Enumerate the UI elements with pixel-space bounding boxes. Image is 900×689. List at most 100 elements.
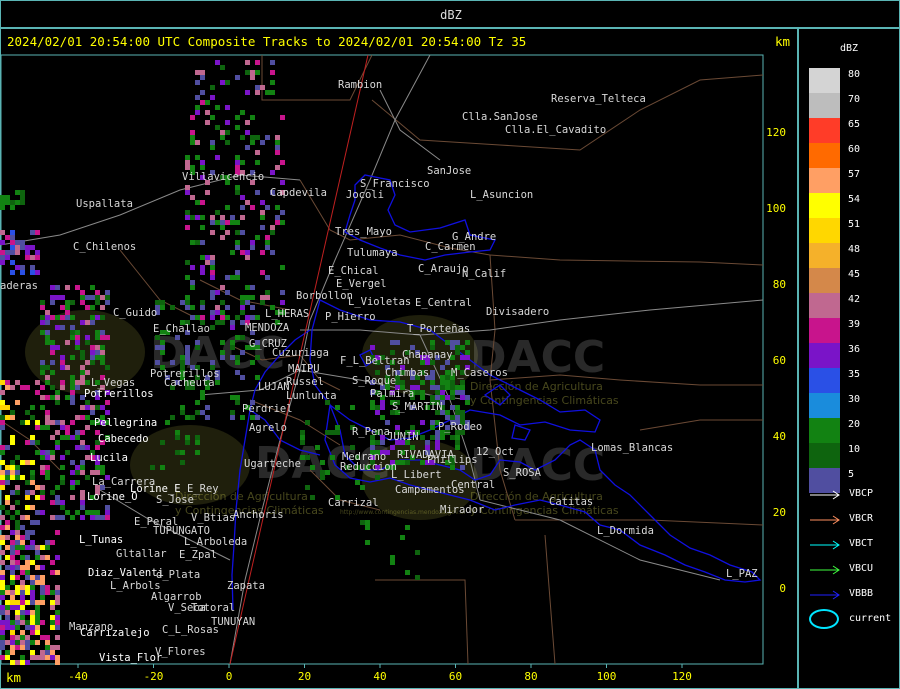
echo-cell	[100, 335, 105, 340]
echo-cell	[60, 355, 65, 360]
echo-cell	[80, 470, 85, 475]
echo-cell	[185, 185, 190, 190]
echo-cell	[450, 380, 455, 385]
echo-cell	[35, 520, 40, 525]
echo-cell	[270, 225, 275, 230]
echo-cell	[280, 180, 285, 185]
echo-cell	[85, 405, 90, 410]
radar-map[interactable]: DACC DACC DACC DACC Dirección de Agricul…	[0, 0, 900, 689]
echo-cell	[185, 160, 190, 165]
echo-cell	[210, 220, 215, 225]
legend-level-48: 48	[809, 243, 894, 268]
echo-cell	[0, 640, 5, 645]
echo-cell	[35, 625, 40, 630]
echo-cell	[60, 435, 65, 440]
legend-label: 54	[848, 194, 861, 205]
legend-level-70: 70	[809, 93, 894, 118]
echo-cell	[215, 105, 220, 110]
echo-cell	[20, 525, 25, 530]
echo-cell	[275, 205, 280, 210]
echo-cell	[265, 135, 270, 140]
echo-cell	[70, 385, 75, 390]
place-label: L_HERAS	[265, 308, 309, 320]
echo-cell	[190, 315, 195, 320]
echo-cell	[40, 490, 45, 495]
echo-cell	[195, 410, 200, 415]
echo-cell	[55, 555, 60, 560]
echo-cell	[0, 635, 5, 640]
echo-cell	[415, 550, 420, 555]
place-label: Tulumaya	[347, 247, 398, 259]
echo-cell	[35, 255, 40, 260]
echo-cell	[60, 380, 65, 385]
echo-cell	[105, 400, 110, 405]
echo-cell	[465, 400, 470, 405]
echo-cell	[40, 545, 45, 550]
echo-cell	[15, 660, 20, 665]
echo-cell	[0, 540, 5, 545]
legend-level-45: 45	[809, 268, 894, 293]
echo-cell	[370, 400, 375, 405]
echo-cell	[270, 60, 275, 65]
echo-cell	[325, 470, 330, 475]
echo-cell	[460, 380, 465, 385]
echo-cell	[460, 410, 465, 415]
echo-cell	[5, 235, 10, 240]
echo-cell	[380, 400, 385, 405]
echo-cell	[5, 615, 10, 620]
echo-cell	[25, 565, 30, 570]
echo-cell	[5, 545, 10, 550]
echo-cell	[75, 445, 80, 450]
echo-cell	[210, 325, 215, 330]
echo-cell	[100, 295, 105, 300]
arrow-icon	[810, 490, 840, 500]
echo-cell	[250, 285, 255, 290]
echo-cell	[45, 330, 50, 335]
echo-cell	[70, 395, 75, 400]
echo-cell	[75, 345, 80, 350]
place-label: Catitas	[549, 496, 593, 508]
echo-cell	[0, 525, 5, 530]
echo-cell	[10, 580, 15, 585]
echo-cell	[65, 435, 70, 440]
echo-cell	[20, 245, 25, 250]
echo-cell	[35, 485, 40, 490]
echo-cell	[155, 335, 160, 340]
echo-cell	[250, 70, 255, 75]
echo-cell	[25, 410, 30, 415]
echo-cell	[80, 355, 85, 360]
echo-cell	[0, 230, 5, 235]
legend-label: 70	[848, 94, 861, 105]
echo-cell	[35, 600, 40, 605]
echo-cell	[90, 285, 95, 290]
echo-cell	[210, 95, 215, 100]
arrow-icon	[810, 540, 840, 550]
place-label: C_Guido	[113, 307, 157, 319]
echo-cell	[420, 420, 425, 425]
echo-cell	[60, 385, 65, 390]
echo-cell	[195, 200, 200, 205]
echo-cell	[55, 655, 60, 660]
echo-cell	[30, 610, 35, 615]
echo-cell	[20, 600, 25, 605]
echo-cell	[15, 475, 20, 480]
echo-cell	[65, 395, 70, 400]
echo-cell	[205, 190, 210, 195]
track-vbcp: VBCP	[809, 487, 894, 501]
echo-cell	[35, 450, 40, 455]
echo-cell	[80, 460, 85, 465]
echo-cell	[0, 415, 5, 420]
echo-cell	[30, 255, 35, 260]
place-label: Perdriel	[242, 403, 293, 415]
echo-cell	[250, 205, 255, 210]
echo-cell	[80, 465, 85, 470]
echo-cell	[450, 385, 455, 390]
echo-cell	[280, 300, 285, 305]
x-tick-label: -20	[144, 670, 164, 683]
echo-cell	[355, 480, 360, 485]
echo-cell	[160, 350, 165, 355]
legend-swatch	[809, 343, 840, 368]
echo-cell	[185, 415, 190, 420]
echo-cell	[185, 360, 190, 365]
echo-cell	[240, 110, 245, 115]
